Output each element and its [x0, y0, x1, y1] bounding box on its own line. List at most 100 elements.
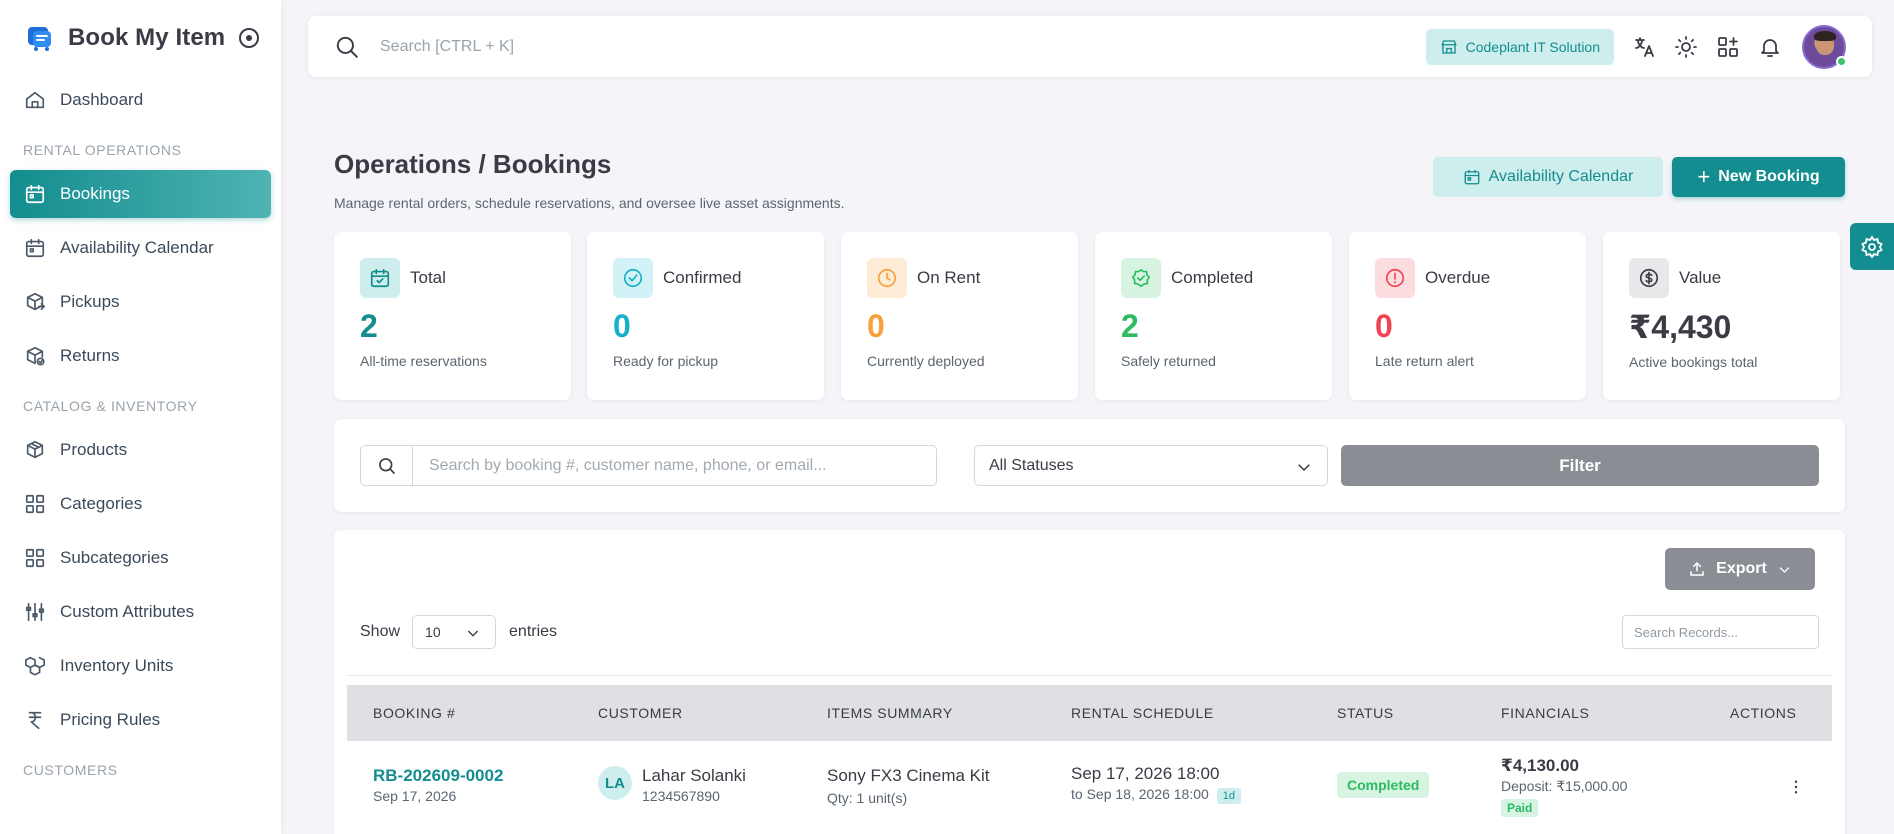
stat-card-header: Total — [360, 258, 571, 298]
sidebar-item-subcategories[interactable]: Subcategories — [10, 534, 271, 582]
chevron-down-icon — [467, 630, 479, 637]
language-icon[interactable] — [1632, 35, 1656, 59]
sidebar-item-label: Returns — [60, 346, 120, 365]
status-badge: Completed — [1337, 772, 1430, 798]
schedule-start: Sep 17, 2026 18:00 — [1071, 764, 1220, 783]
sidebar-item-label: Custom Attributes — [60, 602, 195, 621]
company-switcher[interactable]: Codeplant IT Solution — [1425, 28, 1614, 65]
sidebar-item-label: Pricing Rules — [60, 710, 161, 729]
stat-value: 2 — [360, 308, 378, 344]
gear-icon — [1861, 234, 1883, 259]
currency-coin-icon — [1639, 268, 1659, 288]
column-header-actions: ACTIONS — [1730, 705, 1797, 721]
stat-card-on-rent: On Rent 0 Currently deployed — [841, 232, 1078, 400]
column-header-status[interactable]: STATUS — [1337, 685, 1394, 741]
stat-card-total: Total 2 All-time reservations — [334, 232, 571, 400]
stat-value: 0 — [613, 308, 631, 344]
entries-label: entries — [509, 623, 558, 640]
sidebar-item-pricing-rules[interactable]: Pricing Rules — [10, 696, 271, 744]
grid-icon — [25, 494, 45, 514]
entries-select[interactable]: 10 — [412, 615, 497, 649]
booking-search-group[interactable]: Search by booking #, customer name, phon… — [360, 445, 937, 486]
stat-description: Safely returned — [1121, 353, 1216, 369]
package-return-icon — [26, 346, 45, 366]
export-button[interactable]: Export — [1665, 548, 1815, 590]
sidebar-section-label: RENTAL OPERATIONS — [23, 142, 182, 158]
sidebar-item-label: Availability Calendar — [60, 238, 214, 257]
stat-value: 0 — [1375, 308, 1393, 344]
search-icon[interactable] — [334, 34, 360, 60]
filter-button[interactable]: Filter — [1341, 445, 1819, 486]
sidebar-section-label: CATALOG & INVENTORY — [23, 398, 198, 414]
breadcrumb-parent: Operations / — [334, 149, 493, 179]
deposit: Deposit: ₹15,000.00 — [1501, 778, 1628, 794]
export-label: Export — [1716, 560, 1767, 577]
user-menu[interactable] — [1782, 24, 1847, 69]
navbar-actions: Codeplant IT Solution — [1425, 24, 1847, 69]
stat-card-header: Completed — [1121, 258, 1332, 298]
new-booking-button[interactable]: + New Booking — [1672, 157, 1845, 197]
online-status-dot — [1836, 55, 1847, 67]
stat-value: ₹4,430 — [1629, 309, 1732, 345]
stat-card-confirmed: Confirmed 0 Ready for pickup — [587, 232, 824, 400]
booking-cell: RB-202609-0002 Sep 17, 2026 — [373, 766, 503, 804]
sidebar-item-inventory-units[interactable]: Inventory Units — [10, 642, 271, 690]
sidebar-item-label: Products — [60, 440, 128, 459]
notification-bell-icon[interactable] — [1758, 35, 1782, 59]
sidebar-item-label: Categories — [60, 494, 143, 513]
row-actions-button[interactable] — [1787, 778, 1805, 801]
column-header-financials[interactable]: FINANCIALS — [1501, 685, 1589, 741]
clock-icon — [877, 268, 897, 288]
sidebar-item-dashboard[interactable]: Dashboard — [10, 76, 271, 124]
sidebar-toggle-icon[interactable] — [239, 28, 260, 48]
schedule-cell: Sep 17, 2026 18:00 to Sep 18, 2026 18:00… — [1071, 764, 1242, 804]
item-name: Sony FX3 Cinema Kit — [827, 766, 990, 785]
brand-name: Book My Item — [68, 24, 226, 51]
booking-id-link[interactable]: RB-202609-0002 — [373, 766, 503, 786]
stat-description: Currently deployed — [867, 353, 985, 369]
records-search-input[interactable]: Search Records... — [1622, 615, 1819, 649]
brand-logo-icon[interactable] — [24, 23, 54, 53]
global-search-input[interactable]: Search [CTRL + K] — [380, 38, 514, 56]
table-row[interactable]: RB-202609-0002 Sep 17, 2026 LA Lahar Sol… — [347, 742, 1832, 834]
sidebar-item-label: Dashboard — [60, 90, 144, 109]
customer-name[interactable]: Lahar Solanki — [642, 766, 746, 786]
booking-search-input[interactable]: Search by booking #, customer name, phon… — [413, 446, 827, 485]
brand: Book My Item — [0, 0, 281, 76]
boxes-icon — [25, 656, 45, 676]
status-select[interactable]: All Statuses — [974, 445, 1328, 486]
sidebar-item-availability-calendar[interactable]: Availability Calendar — [10, 224, 271, 272]
sidebar: Book My Item Dashboard RENTAL OPERATIONS B… — [0, 0, 281, 834]
calendar-icon — [25, 238, 45, 258]
column-header-schedule[interactable]: RENTAL SCHEDULE — [1071, 685, 1214, 741]
stat-label: Value — [1679, 268, 1722, 287]
sidebar-item-bookings[interactable]: Bookings — [10, 170, 271, 218]
sidebar-item-products[interactable]: Products — [10, 426, 271, 474]
stat-label: On Rent — [917, 268, 981, 287]
sidebar-item-pickups[interactable]: Pickups — [10, 278, 271, 326]
theme-sun-icon[interactable] — [1674, 35, 1698, 59]
top-navbar: Search [CTRL + K] Codeplant IT Solution — [308, 16, 1872, 77]
page-subtitle: Manage rental orders, schedule reservati… — [334, 195, 845, 211]
column-header-items[interactable]: ITEMS SUMMARY — [827, 685, 953, 741]
sidebar-item-categories[interactable]: Categories — [10, 480, 271, 528]
stat-icon-box — [1375, 258, 1415, 298]
upload-icon — [1690, 561, 1704, 576]
apps-grid-icon[interactable] — [1716, 35, 1740, 59]
sidebar-item-returns[interactable]: Returns — [10, 332, 271, 380]
stat-icon-box — [1121, 258, 1161, 298]
sidebar-item-label: Pickups — [60, 292, 120, 311]
column-header-booking[interactable]: BOOKING # — [373, 685, 455, 741]
entries-select-value: 10 — [425, 624, 441, 640]
package-out-icon — [26, 292, 45, 311]
payment-status-badge: Paid — [1501, 799, 1539, 817]
box-icon — [26, 440, 44, 459]
availability-calendar-button[interactable]: Availability Calendar — [1433, 157, 1663, 197]
amount: ₹4,130.00 — [1501, 756, 1580, 775]
sidebar-item-custom-attributes[interactable]: Custom Attributes — [10, 588, 271, 636]
column-header-customer[interactable]: CUSTOMER — [598, 685, 683, 741]
stat-icon-box — [867, 258, 907, 298]
show-entries: Show 10 entries — [360, 615, 557, 649]
status-cell: Completed — [1337, 772, 1430, 798]
customizer-settings-button[interactable] — [1850, 223, 1894, 270]
